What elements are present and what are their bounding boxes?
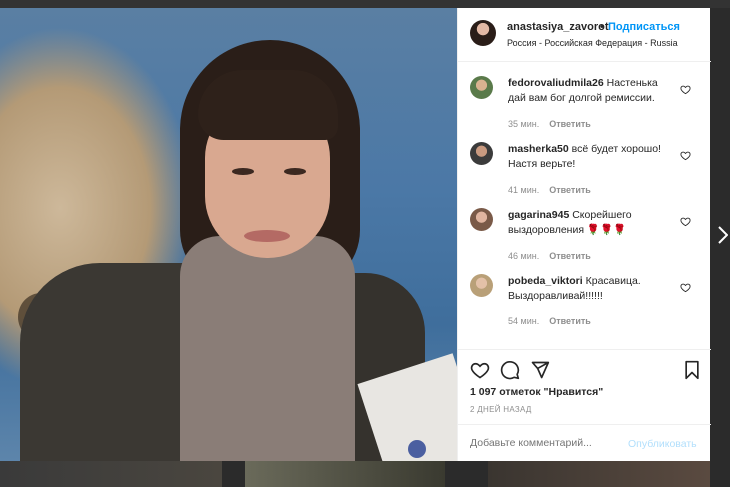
- likes-count[interactable]: 1 097 отметок "Нравится": [470, 386, 603, 398]
- reply-button[interactable]: Ответить: [549, 251, 591, 261]
- comment-body: masherka50 всё будет хорошо! Настя верьт…: [508, 142, 668, 172]
- post-actions: 1 097 отметок "Нравится" 2 ДНЕЙ НАЗАД Оп…: [458, 349, 711, 461]
- post-header: anastasiya_zavorot • Подписаться Россия …: [458, 8, 711, 62]
- photo-lips: [244, 230, 290, 242]
- commenter-username[interactable]: masherka50: [508, 143, 569, 155]
- comment-item: gagarina945 Скорейшего выздоровления 🌹🌹🌹…: [458, 195, 711, 261]
- comments-list[interactable]: fedorovaliudmila26 Настенька дай вам бог…: [458, 63, 711, 349]
- photo-bangs: [198, 70, 338, 140]
- comment-time[interactable]: 54 мин.: [508, 316, 539, 326]
- chevron-right-icon[interactable]: [718, 226, 728, 244]
- author-avatar[interactable]: [470, 20, 496, 46]
- post-date[interactable]: 2 ДНЕЙ НАЗАД: [470, 405, 532, 414]
- reply-button[interactable]: Ответить: [549, 316, 591, 326]
- heart-icon[interactable]: [680, 282, 691, 293]
- commenter-avatar[interactable]: [470, 76, 493, 99]
- post-location[interactable]: Россия - Российская Федерация - Russia: [507, 38, 678, 48]
- heart-icon[interactable]: [680, 216, 691, 227]
- separator-dot: •: [600, 21, 604, 33]
- comment-time[interactable]: 35 мин.: [508, 119, 539, 129]
- background-thumbnail[interactable]: [245, 461, 445, 487]
- background-thumbnail[interactable]: [0, 461, 222, 487]
- commenter-username[interactable]: pobeda_viktori: [508, 275, 583, 287]
- post-side-panel: anastasiya_zavorot • Подписаться Россия …: [457, 8, 711, 461]
- comment-composer: Опубликовать: [458, 424, 711, 462]
- photo-flower: [408, 440, 426, 458]
- share-icon[interactable]: [530, 360, 550, 380]
- comment-item: masherka50 всё будет хорошо! Настя верьт…: [458, 129, 711, 195]
- comment-item: fedorovaliudmila26 Настенька дай вам бог…: [458, 63, 711, 129]
- heart-icon[interactable]: [680, 150, 691, 161]
- comment-meta: 54 мин. Ответить: [508, 316, 591, 326]
- background-thumbnail[interactable]: [488, 461, 710, 487]
- publish-button[interactable]: Опубликовать: [628, 438, 697, 450]
- comment-icon[interactable]: [500, 360, 520, 380]
- comment-time[interactable]: 41 мин.: [508, 185, 539, 195]
- comment-meta: 35 мин. Ответить: [508, 119, 591, 129]
- commenter-username[interactable]: gagarina945: [508, 209, 569, 221]
- comment-meta: 46 мин. Ответить: [508, 251, 591, 261]
- comment-time[interactable]: 46 мин.: [508, 251, 539, 261]
- reply-button[interactable]: Ответить: [549, 119, 591, 129]
- photo-sweater: [180, 236, 355, 461]
- post-photo[interactable]: [0, 8, 457, 461]
- heart-icon[interactable]: [470, 360, 490, 380]
- commenter-avatar[interactable]: [470, 208, 493, 231]
- comment-meta: 41 мин. Ответить: [508, 185, 591, 195]
- follow-button[interactable]: Подписаться: [608, 21, 680, 33]
- photo-eye: [232, 168, 254, 175]
- commenter-username[interactable]: fedorovaliudmila26: [508, 77, 604, 89]
- photo-eye: [284, 168, 306, 175]
- comment-body: fedorovaliudmila26 Настенька дай вам бог…: [508, 76, 668, 106]
- author-username[interactable]: anastasiya_zavorot: [507, 21, 609, 33]
- heart-icon[interactable]: [680, 84, 691, 95]
- commenter-avatar[interactable]: [470, 274, 493, 297]
- comment-body: gagarina945 Скорейшего выздоровления 🌹🌹🌹: [508, 208, 668, 238]
- comment-item: pobeda_viktori Красавица. Выздоравливай!…: [458, 261, 711, 327]
- comment-body: pobeda_viktori Красавица. Выздоравливай!…: [508, 274, 668, 304]
- bookmark-icon[interactable]: [682, 360, 702, 380]
- reply-button[interactable]: Ответить: [549, 185, 591, 195]
- top-strip: [0, 0, 730, 8]
- comment-input[interactable]: [470, 437, 620, 449]
- commenter-avatar[interactable]: [470, 142, 493, 165]
